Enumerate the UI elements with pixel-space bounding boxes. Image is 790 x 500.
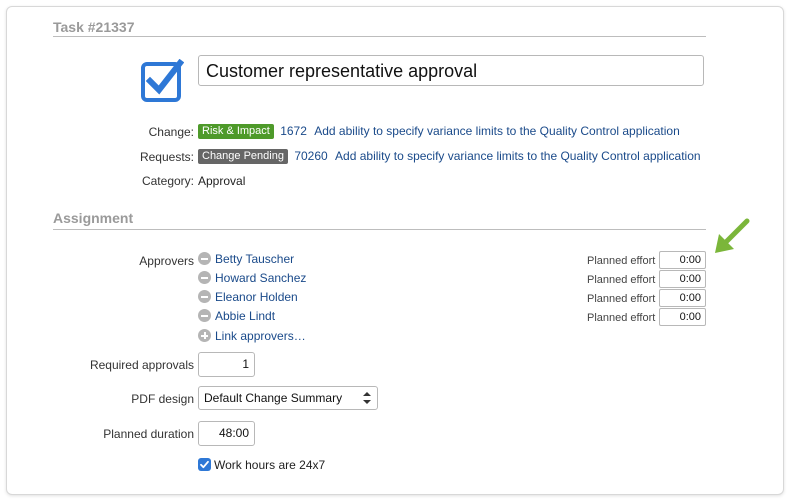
requests-label: Requests:	[139, 150, 194, 164]
remove-approver-icon[interactable]	[198, 252, 211, 265]
change-value: Risk & Impact 1672 Add ability to specif…	[198, 124, 680, 139]
approver-row: Abbie Lindt	[198, 309, 275, 326]
task-header: Task #21337	[53, 19, 135, 35]
planned-effort-input[interactable]: 0:00	[659, 308, 706, 326]
planned-effort-label: Planned effort	[587, 293, 656, 305]
link-approvers-link[interactable]: Link approvers…	[215, 329, 306, 343]
approver-name-link[interactable]: Betty Tauscher	[215, 252, 294, 266]
pdf-design-value: Default Change Summary	[204, 391, 343, 405]
assignment-header: Assignment	[53, 210, 134, 226]
approver-name-link[interactable]: Eleanor Holden	[215, 290, 298, 304]
approver-row: Eleanor Holden	[198, 290, 298, 307]
change-description-link[interactable]: Add ability to specify variance limits t…	[314, 124, 680, 138]
category-value: Approval	[198, 174, 246, 188]
remove-approver-icon[interactable]	[198, 271, 211, 284]
planned-effort-input[interactable]: 0:00	[659, 289, 706, 307]
approvers-label: Approvers	[139, 254, 194, 268]
request-description-link[interactable]: Add ability to specify variance limits t…	[335, 149, 701, 163]
planned-duration-input[interactable]: 48:00	[198, 421, 255, 446]
planned-duration-label: Planned duration	[103, 427, 194, 441]
approver-row: Howard Sanchez	[198, 271, 306, 288]
link-approvers-row: Link approvers…	[198, 329, 306, 346]
annotation-arrow-icon	[715, 218, 750, 253]
change-pending-badge: Change Pending	[198, 149, 288, 164]
requests-value: Change Pending 70260 Add ability to spec…	[198, 149, 701, 164]
change-number-link[interactable]: 1672	[280, 124, 307, 138]
pdf-design-label: PDF design	[131, 392, 194, 406]
planned-effort-label: Planned effort	[587, 255, 656, 267]
task-header-rule	[53, 36, 706, 37]
select-arrows-icon	[363, 392, 371, 404]
work-hours-checkbox[interactable]	[198, 458, 211, 471]
checkbox-checked-icon	[141, 59, 184, 102]
checkmark-icon	[200, 460, 209, 469]
planned-effort-label: Planned effort	[587, 312, 656, 324]
assignment-header-rule	[53, 229, 706, 230]
category-label: Category:	[141, 174, 194, 188]
request-number-link[interactable]: 70260	[294, 149, 327, 163]
approver-row: Betty Tauscher	[198, 252, 294, 269]
work-hours-label: Work hours are 24x7	[214, 458, 326, 472]
task-title-input[interactable]: Customer representative approval	[198, 55, 704, 86]
risk-impact-badge: Risk & Impact	[198, 124, 274, 139]
approver-name-link[interactable]: Abbie Lindt	[215, 309, 275, 323]
change-label: Change:	[148, 125, 194, 139]
pdf-design-select[interactable]: Default Change Summary	[198, 386, 378, 410]
required-approvals-input[interactable]: 1	[198, 352, 255, 377]
add-approver-icon[interactable]	[198, 329, 211, 342]
remove-approver-icon[interactable]	[198, 290, 211, 303]
approver-name-link[interactable]: Howard Sanchez	[215, 271, 306, 285]
required-approvals-label: Required approvals	[89, 358, 194, 372]
remove-approver-icon[interactable]	[198, 309, 211, 322]
planned-effort-label: Planned effort	[587, 274, 656, 286]
planned-effort-input[interactable]: 0:00	[659, 251, 706, 269]
planned-effort-input[interactable]: 0:00	[659, 270, 706, 288]
